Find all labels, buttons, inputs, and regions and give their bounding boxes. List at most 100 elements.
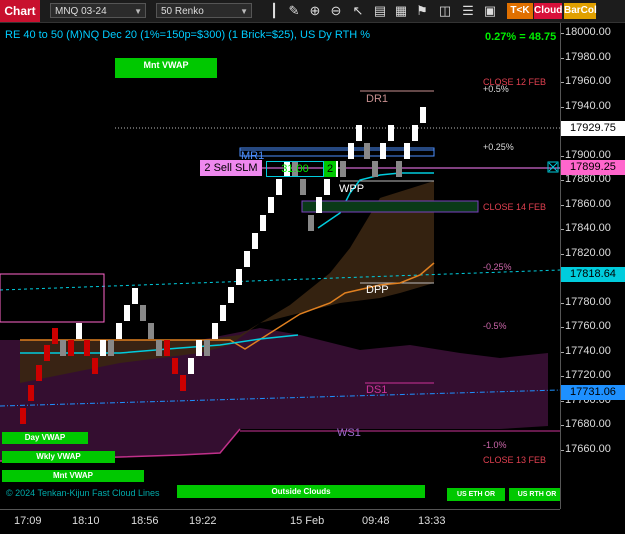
price-tick: 17660.00 [561, 442, 611, 455]
time-tick: 15 Feb [290, 515, 325, 527]
minus-1-0-label: -1.0% [483, 440, 507, 450]
sell-order-label[interactable]: 2 Sell SLM [200, 160, 262, 176]
renko-brick [268, 197, 274, 213]
renko-brick [252, 233, 258, 249]
day-vwap-button[interactable]: Day VWAP [2, 432, 88, 444]
mnt-vwap-button[interactable]: Mnt VWAP [2, 470, 144, 482]
renko-brick [396, 161, 402, 177]
toolbar: Chart MNQ 03-24 ▼ 50 Renko ▼ ┃ ✎ ⊕ ⊖ ↖ ▤… [0, 0, 625, 23]
renko-brick [340, 161, 346, 177]
us-eth-or-button[interactable]: US ETH OR [447, 488, 505, 501]
renko-brick [380, 143, 386, 159]
time-tick: 19:22 [189, 515, 217, 527]
renko-brick [180, 375, 186, 391]
time-tick: 18:56 [131, 515, 159, 527]
renko-brick [204, 340, 210, 356]
layout-icon[interactable]: ◫ [437, 3, 453, 19]
ws1-label: WS1 [337, 427, 361, 439]
renko-brick [212, 323, 218, 339]
renko-brick [60, 340, 66, 356]
chevron-down-icon: ▼ [134, 7, 142, 16]
dpp-label: DPP [366, 284, 389, 296]
price-tick: 17960.00 [561, 75, 611, 87]
pencil-icon[interactable]: ✎ [286, 3, 302, 19]
cloud-button[interactable]: Cloud [534, 3, 562, 19]
wkly-vwap-button[interactable]: Wkly VWAP [2, 451, 115, 463]
renko-brick [68, 340, 74, 356]
price-axis[interactable]: 18000.0017980.0017960.0017940.0017920.00… [560, 23, 625, 509]
renko-brick [316, 197, 322, 213]
renko-brick [116, 323, 122, 339]
renko-brick [196, 340, 202, 356]
renko-brick [92, 358, 98, 374]
outside-clouds-button[interactable]: Outside Clouds [177, 485, 425, 498]
bar-type-selector[interactable]: 50 Renko ▼ [156, 3, 252, 18]
bar-type-value: 50 Renko [161, 6, 204, 17]
dr1-label: DR1 [366, 93, 389, 105]
renko-brick [348, 143, 354, 159]
zoom-out-icon[interactable]: ⊖ [328, 3, 344, 19]
instrument-selector[interactable]: MNQ 03-24 ▼ [50, 3, 146, 18]
pointer-icon[interactable]: ↖ [350, 3, 366, 19]
minus-0-5-label: -0.5% [483, 321, 507, 331]
price-tick: 18000.00 [561, 26, 611, 38]
wpp-label: WPP [339, 183, 365, 195]
renko-brick [420, 107, 426, 123]
price-tick: 17840.00 [561, 222, 611, 234]
order-price-badge: 17899.25 [561, 160, 625, 175]
price-tick: 17780.00 [561, 295, 611, 308]
renko-brick [324, 179, 330, 195]
renko-brick [228, 287, 234, 303]
us-rth-or-button[interactable]: US RTH OR [509, 488, 565, 501]
chart-plot-area[interactable]: Mnt VWAP CLOSE 12 FEB +0.5% DR1 +0.25% M… [0, 23, 565, 509]
time-tick: 13:33 [418, 515, 446, 527]
close-13feb-label: CLOSE 13 FEB [483, 455, 547, 465]
renko-brick [356, 125, 362, 141]
renko-brick [148, 323, 154, 339]
tk-button[interactable]: T<K [507, 3, 533, 19]
order-price-field[interactable]: 31.00 [266, 161, 324, 177]
renko-brick [28, 385, 34, 401]
price-tick: 17680.00 [561, 418, 611, 430]
blue-level-badge: 17731.06 [561, 385, 625, 400]
chart-title: RE 40 to 50 (M)NQ Dec 20 (1%=150p=$300) … [5, 29, 371, 41]
last-price-badge: 17929.75 [561, 121, 625, 136]
renko-brick [44, 345, 50, 361]
bar-style-icon[interactable]: ┃ [266, 3, 282, 19]
order-qty-field[interactable]: 2 [324, 161, 336, 177]
minus-0-25-label: -0.25% [483, 262, 512, 272]
renko-brick [124, 305, 130, 321]
instrument-value: MNQ 03-24 [55, 6, 107, 17]
chart-tab[interactable]: Chart [0, 0, 40, 22]
price-tick: 17940.00 [561, 99, 611, 112]
instrument-icon[interactable]: ⚑ [414, 3, 430, 19]
properties-icon[interactable]: ▦ [393, 3, 409, 19]
renko-brick [308, 215, 314, 231]
template-icon[interactable]: ☰ [460, 3, 476, 19]
renko-brick [388, 125, 394, 141]
chevron-down-icon: ▼ [240, 7, 248, 16]
close14-box [301, 200, 479, 213]
price-tick: 17820.00 [561, 246, 611, 259]
ds1-label: DS1 [366, 384, 388, 396]
time-tick: 18:10 [72, 515, 100, 527]
renko-brick [276, 179, 282, 195]
price-tick: 17760.00 [561, 320, 611, 332]
percent-change: 0.27% = 48.75 [485, 31, 557, 43]
mnt-vwap-top-button[interactable]: Mnt VWAP [115, 58, 217, 78]
screenshot-icon[interactable]: ▣ [482, 3, 498, 19]
zoom-in-icon[interactable]: ⊕ [307, 3, 323, 19]
renko-brick [84, 340, 90, 356]
time-axis[interactable]: 17:09 18:10 18:56 19:22 15 Feb 09:48 13:33 [0, 509, 560, 534]
renko-brick [140, 305, 146, 321]
price-tick: 17740.00 [561, 344, 611, 357]
cyan-dashed-line [0, 269, 560, 291]
renko-brick [20, 408, 26, 424]
price-tick: 17720.00 [561, 369, 611, 381]
copyright-label: © 2024 Tenkan-Kijun Fast Cloud Lines [6, 488, 160, 498]
renko-brick [100, 340, 106, 356]
data-box-icon[interactable]: ▤ [372, 3, 388, 19]
renko-brick [132, 288, 138, 304]
time-tick: 17:09 [14, 515, 42, 527]
barcol-button[interactable]: BarCol [564, 3, 597, 19]
